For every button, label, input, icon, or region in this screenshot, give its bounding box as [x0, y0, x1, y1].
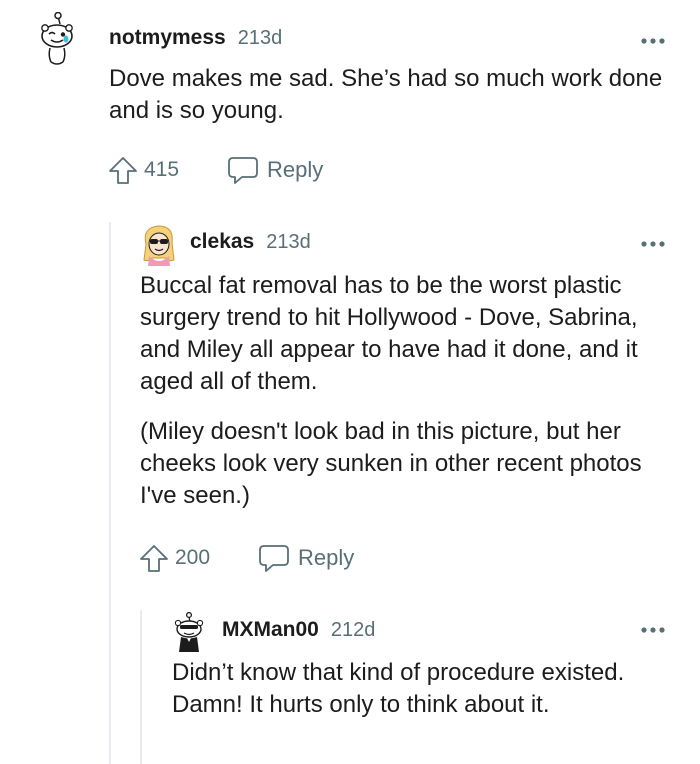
thread-line-level-2[interactable] [140, 610, 142, 764]
username[interactable]: MXMan00 [222, 618, 319, 642]
snoo-suit-avatar-icon[interactable] [172, 611, 210, 656]
comment-paragraph: Dove makes me sad. She’s had so much wor… [109, 65, 663, 124]
thread-line-level-1[interactable] [109, 222, 111, 764]
upvote-arrow-icon [140, 545, 168, 572]
comment-age: 213d [237, 27, 283, 49]
reply-label: Reply [298, 545, 355, 570]
upvote-arrow-icon [109, 157, 137, 184]
more-options-icon[interactable] [640, 236, 666, 248]
more-options-icon[interactable] [640, 33, 666, 45]
more-options-icon[interactable] [640, 622, 666, 634]
comment-paragraph: (Miley doesn't look bad in this picture,… [140, 418, 642, 509]
reply-button[interactable]: Reply [258, 543, 354, 573]
reply-label: Reply [267, 157, 324, 182]
comment-body: Buccal fat removal has to be the worst p… [140, 270, 680, 512]
reply-button[interactable]: Reply [227, 155, 323, 185]
vote-count: 200 [175, 546, 211, 569]
comment-age: 213d [266, 231, 311, 253]
reply-bubble-icon [259, 545, 289, 572]
comment-body: Dove makes me sad. She’s had so much wor… [109, 63, 679, 127]
blonde-sunglasses-avatar-icon[interactable] [140, 222, 178, 266]
username[interactable]: clekas [190, 230, 254, 254]
comment-body: Didn’t know that kind of procedure exist… [172, 657, 642, 721]
upvote-button[interactable]: 415 [108, 155, 179, 185]
comment-paragraph: Buccal fat removal has to be the worst p… [140, 272, 638, 395]
comment-paragraph: Didn’t know that kind of procedure exist… [172, 659, 625, 718]
username[interactable]: notmymess [109, 26, 226, 50]
reply-bubble-icon [228, 157, 258, 184]
upvote-button[interactable]: 200 [139, 543, 210, 573]
vote-count: 415 [144, 158, 180, 181]
comment-age: 212d [330, 619, 376, 641]
snoo-avatar-icon[interactable] [38, 11, 76, 65]
